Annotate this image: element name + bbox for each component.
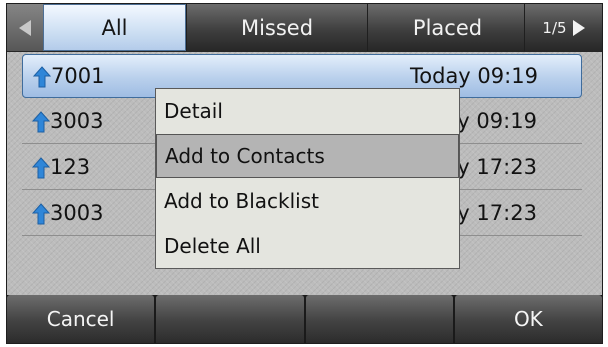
page-indicator-text: 1/5	[542, 18, 567, 37]
context-menu: Detail Add to Contacts Add to Blacklist …	[155, 88, 460, 269]
softkey-bar: Cancel OK	[7, 295, 602, 343]
menu-item-delete-all[interactable]: Delete All	[156, 224, 459, 268]
tab-bar: All Missed Placed 1/5	[7, 4, 602, 52]
ok-button[interactable]: OK	[454, 295, 602, 343]
softkey-2[interactable]	[156, 295, 304, 343]
menu-item-detail[interactable]: Detail	[156, 89, 459, 133]
outgoing-call-arrow-icon	[33, 66, 51, 88]
triangle-left-icon	[19, 19, 31, 36]
call-time: Today 09:19	[410, 64, 538, 88]
cancel-button[interactable]: Cancel	[7, 295, 155, 343]
call-number: 3003	[50, 201, 104, 225]
tab-missed[interactable]: Missed	[186, 4, 367, 51]
call-number: 3003	[50, 109, 104, 133]
phone-screen: All Missed Placed 1/5 7001 Today 09:19 3…	[6, 3, 603, 344]
outgoing-call-arrow-icon	[32, 157, 50, 179]
outgoing-call-arrow-icon	[32, 111, 50, 133]
menu-item-add-to-contacts[interactable]: Add to Contacts	[156, 134, 459, 178]
tab-all[interactable]: All	[43, 4, 186, 51]
tab-scroll-left-button[interactable]	[7, 4, 43, 51]
tab-page-indicator[interactable]: 1/5	[524, 4, 602, 51]
call-number: 7001	[51, 64, 105, 88]
tab-placed[interactable]: Placed	[367, 4, 527, 51]
triangle-right-icon	[572, 19, 585, 36]
outgoing-call-arrow-icon	[32, 203, 50, 225]
menu-item-add-to-blacklist[interactable]: Add to Blacklist	[156, 179, 459, 223]
softkey-3[interactable]	[305, 295, 453, 343]
call-number: 123	[50, 155, 91, 179]
